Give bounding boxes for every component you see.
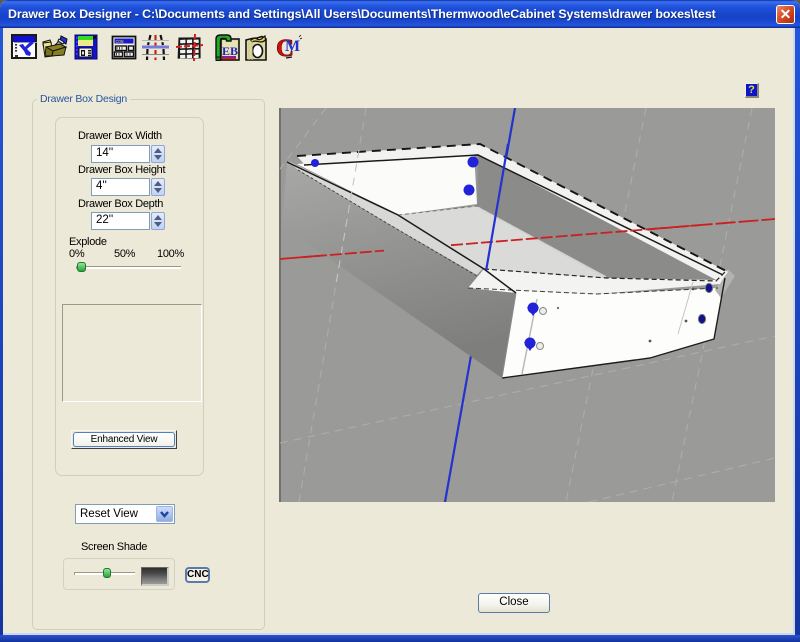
svg-text:M: M <box>285 38 300 55</box>
svg-text:CON: CON <box>116 39 124 45</box>
svg-text:EB: EB <box>222 44 238 58</box>
